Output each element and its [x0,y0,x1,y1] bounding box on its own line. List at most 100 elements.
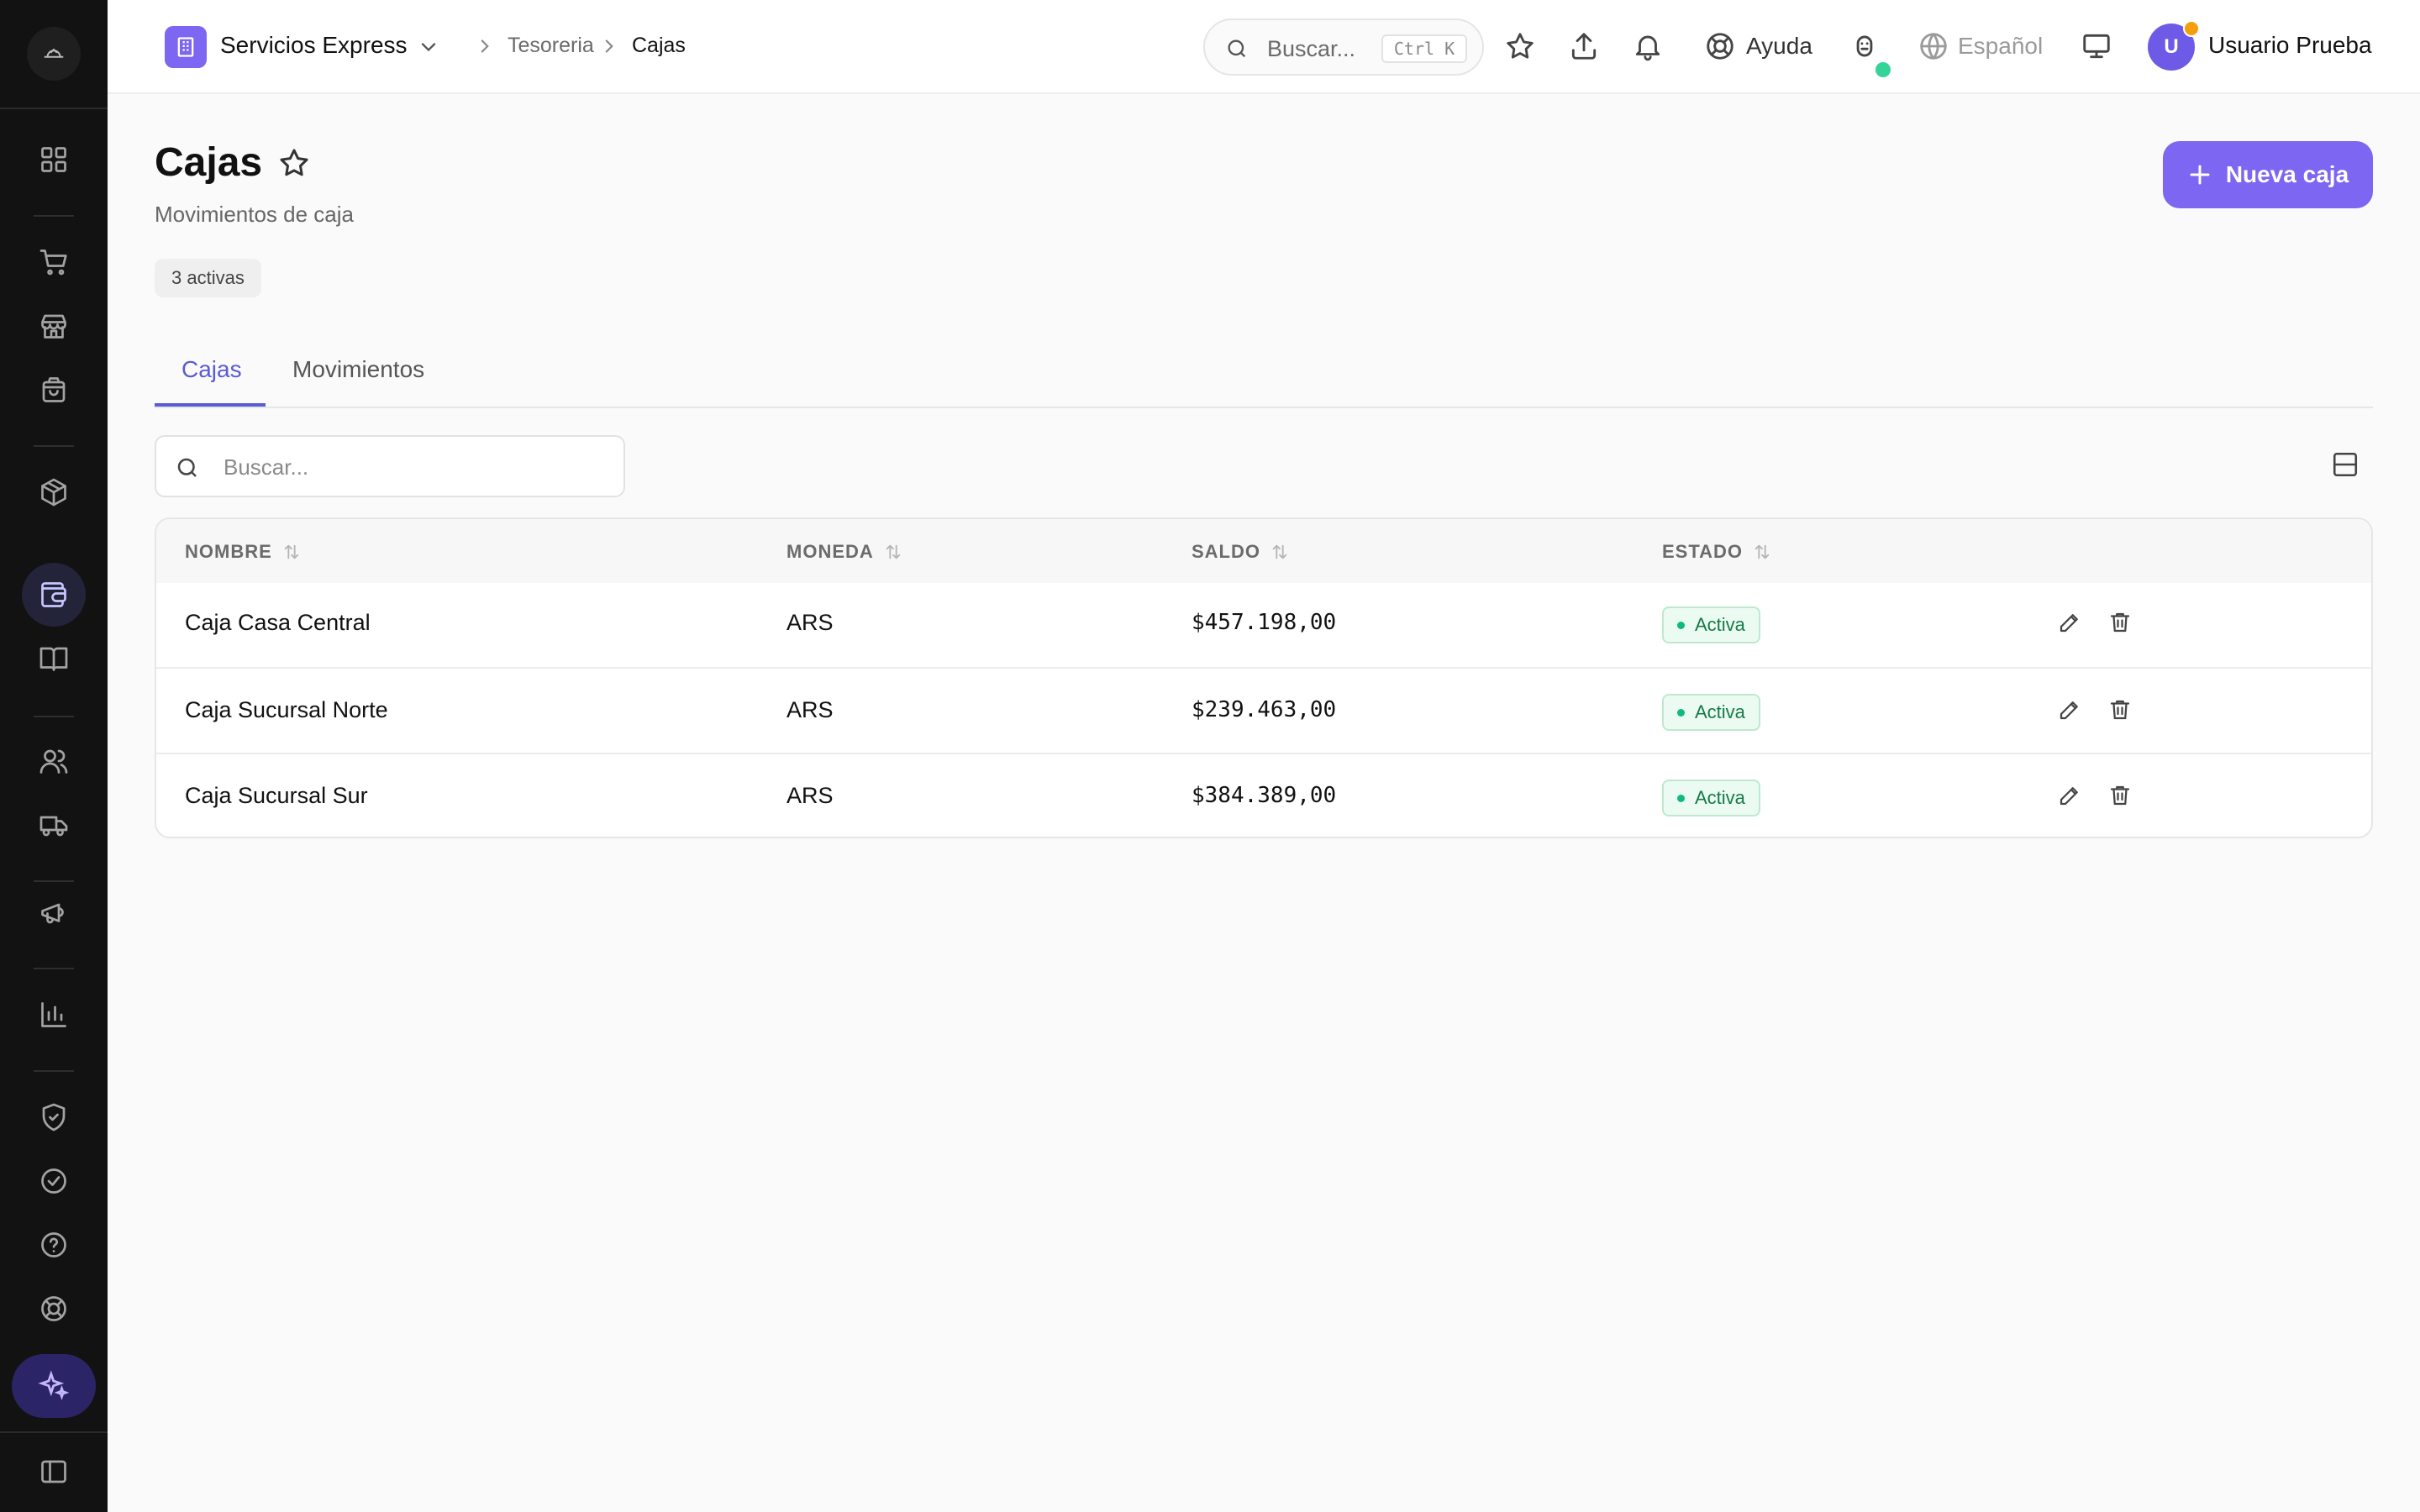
chart-icon[interactable] [30,991,77,1038]
truck-icon[interactable] [30,801,77,848]
lifebuoy-help-icon[interactable] [1704,30,1738,64]
assistant-icon[interactable] [1849,30,1882,64]
cell-nombre: Caja Sucursal Norte [185,697,388,722]
chevron-down-icon[interactable] [417,35,440,59]
sort-icon [284,544,299,559]
global-search-placeholder: Buscar... [1267,36,1356,61]
trash-icon[interactable] [2107,783,2136,811]
online-status-dot [1876,62,1891,77]
table-header: NOMBRE MONEDA SALDO ESTADO [156,519,2371,583]
store-icon[interactable] [30,302,77,349]
megaphone-icon[interactable] [30,889,77,936]
cell-moneda: ARS [786,697,834,722]
edit-icon[interactable] [2057,783,2086,811]
lifebuoy-icon[interactable] [30,1285,77,1332]
table-row[interactable]: Caja Sucursal Norte ARS $239.463,00 Acti… [156,667,2371,753]
page-subtitle: Movimientos de caja [155,202,354,227]
column-label: MONEDA [786,541,874,562]
box-icon[interactable] [30,469,77,516]
status-dot [1677,621,1685,629]
column-header-nombre[interactable]: NOMBRE [185,541,301,563]
topbar: Servicios Express Tesoreria Cajas Buscar… [108,0,2420,94]
sparkles-icon[interactable] [12,1354,96,1418]
cell-saldo: $457.198,00 [1192,610,1337,635]
cash-boxes-table: NOMBRE MONEDA SALDO ESTADO Caja Casa Cen… [155,517,2373,838]
language-selector[interactable]: Español [1958,33,2043,60]
sort-icon [886,544,901,559]
users-icon[interactable] [30,738,77,785]
column-header-moneda[interactable]: MONEDA [786,541,902,563]
user-name[interactable]: Usuario Prueba [2208,32,2372,59]
page-title: Cajas [155,140,263,185]
sidebar [0,0,108,1512]
chevron-right-icon [605,39,613,53]
layout-toggle-icon[interactable] [2331,450,2365,484]
dashboard-icon[interactable] [30,136,77,183]
cell-saldo: $239.463,00 [1192,697,1337,722]
cell-nombre: Caja Casa Central [185,610,371,635]
monitor-icon[interactable] [2081,30,2114,64]
status-label: Activa [1695,787,1745,808]
search-icon [1228,39,1246,58]
cell-nombre: Caja Sucursal Sur [185,783,368,808]
table-row[interactable]: Caja Sucursal Sur ARS $384.389,00 Activa [156,753,2371,837]
bell-icon[interactable] [1632,30,1665,64]
cell-moneda: ARS [786,783,834,808]
help-icon[interactable] [30,1221,77,1268]
notification-dot [2183,20,2200,37]
logo-icon[interactable] [27,27,81,81]
status-badge: Activa [1662,780,1760,816]
help-link[interactable]: Ayuda [1746,33,1812,60]
cart-icon[interactable] [30,239,77,286]
sidebar-separator [34,215,74,217]
column-header-estado[interactable]: ESTADO [1662,541,1771,563]
breadcrumb-tesoreria[interactable]: Tesoreria [508,34,594,58]
table-search [155,435,625,497]
tab-cajas[interactable]: Cajas [182,356,242,383]
column-label: NOMBRE [185,541,272,562]
search-shortcut: Ctrl K [1381,34,1467,63]
globe-icon[interactable] [1918,30,1951,64]
check-circle-icon[interactable] [30,1158,77,1205]
building-icon[interactable] [165,26,207,68]
active-tab-indicator [155,403,266,407]
new-cash-box-button[interactable]: Nueva caja [2163,141,2373,208]
column-label: ESTADO [1662,541,1744,562]
sort-icon [1272,544,1287,559]
status-label: Activa [1695,614,1745,635]
sidebar-separator [34,716,74,717]
trash-icon[interactable] [2107,697,2136,726]
new-cash-box-label: Nueva caja [2225,161,2349,187]
edit-icon[interactable] [2057,610,2086,638]
breadcrumb-current: Cajas [632,34,686,57]
trash-icon[interactable] [2107,610,2136,638]
table-row[interactable]: Caja Casa Central ARS $457.198,00 Activa [156,581,2371,667]
org-name[interactable]: Servicios Express [220,32,408,59]
chevron-right-icon [481,39,489,53]
edit-icon[interactable] [2057,697,2086,726]
global-search[interactable]: Buscar... Ctrl K [1203,18,1484,76]
plus-icon [2190,165,2210,185]
favorite-star-icon[interactable] [277,146,313,181]
count-chip: 3 activas [155,259,261,297]
status-badge: Activa [1662,606,1760,643]
sidebar-separator [34,445,74,447]
sidebar-divider [0,108,108,109]
sidebar-toggle-icon[interactable] [30,1448,77,1495]
sidebar-divider [0,1431,108,1433]
tab-movimientos[interactable]: Movimientos [292,356,424,383]
status-label: Activa [1695,701,1745,722]
sidebar-separator [34,880,74,882]
wallet-icon[interactable] [22,563,86,627]
tabs-divider [155,407,2373,408]
book-icon[interactable] [30,635,77,682]
search-input[interactable] [224,450,610,484]
shield-icon[interactable] [30,1094,77,1141]
column-label: SALDO [1192,541,1260,562]
star-icon[interactable] [1504,30,1538,64]
cell-moneda: ARS [786,610,834,635]
upload-icon[interactable] [1568,30,1602,64]
column-header-saldo[interactable]: SALDO [1192,541,1289,563]
search-icon [177,458,197,477]
bag-icon[interactable] [30,366,77,413]
